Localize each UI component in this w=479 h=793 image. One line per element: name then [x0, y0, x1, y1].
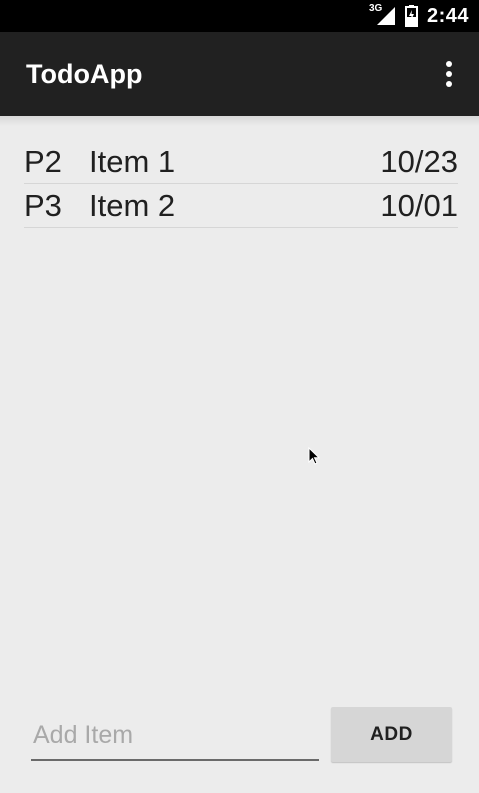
action-bar: TodoApp [0, 32, 479, 116]
todo-date: 10/01 [380, 187, 458, 223]
signal-icon [376, 7, 395, 25]
todo-name: Item 2 [89, 187, 176, 223]
todo-list-item[interactable]: P3 Item 2 10/01 [24, 184, 458, 228]
signal-indicator: 3G [369, 4, 395, 28]
overflow-menu-icon[interactable] [439, 58, 459, 90]
todo-name: Item 1 [89, 143, 176, 179]
status-clock: 2:44 [426, 4, 469, 27]
todo-list: P2 Item 1 10/23 P3 Item 2 10/01 [24, 140, 458, 228]
app-title: TodoApp [26, 59, 143, 89]
menu-dot [446, 61, 452, 67]
todo-priority: P3 [24, 187, 62, 223]
battery-icon [404, 5, 418, 27]
todo-date: 10/23 [380, 143, 458, 179]
menu-dot [446, 71, 452, 77]
todo-priority: P2 [24, 143, 62, 179]
status-bar: 3G 2:44 [0, 0, 479, 32]
add-item-input[interactable] [31, 711, 319, 761]
todo-list-item[interactable]: P2 Item 1 10/23 [24, 140, 458, 184]
menu-dot [446, 81, 452, 87]
action-bar-shadow [0, 116, 479, 126]
add-button[interactable]: ADD [331, 707, 452, 762]
status-icons: 3G 2:44 [369, 0, 469, 32]
mouse-cursor-icon [308, 447, 320, 465]
